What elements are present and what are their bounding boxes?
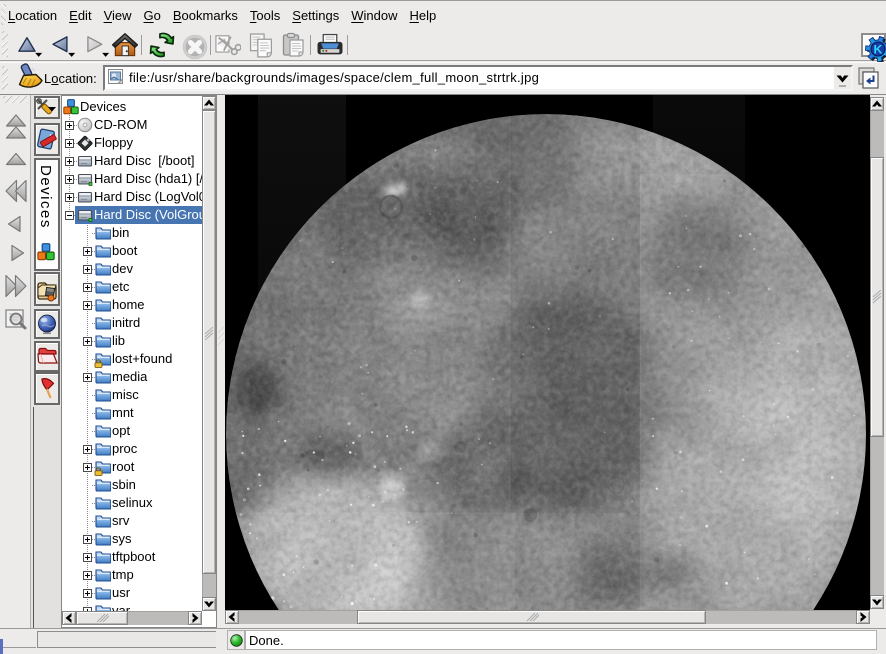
svg-text:K: K xyxy=(874,43,883,57)
